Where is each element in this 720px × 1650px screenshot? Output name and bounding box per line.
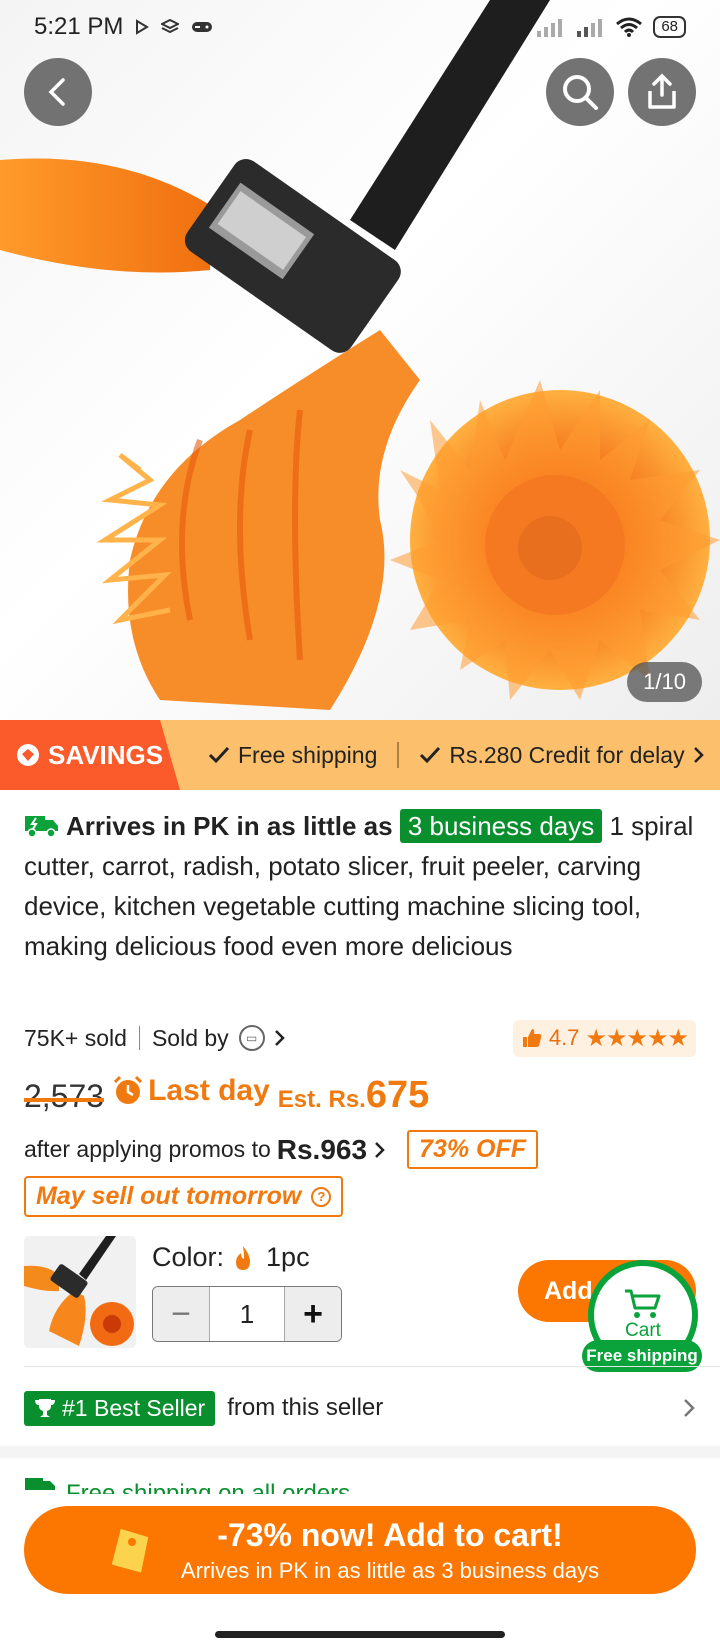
best-seller-text: from this seller <box>227 1394 384 1421</box>
status-bar: 5:21 PM 68 <box>34 10 686 44</box>
price-tag-icon <box>111 1528 149 1573</box>
savings-tag: SAVINGS <box>0 720 180 790</box>
chevron-right-icon <box>693 747 704 763</box>
best-seller-row[interactable]: #1 Best Seller from this seller <box>24 1388 696 1428</box>
savings-bar[interactable]: SAVINGS Free shipping Rs.280 Credit for … <box>0 720 720 790</box>
cta-headline: -73% now! Add to cart! <box>217 1516 563 1553</box>
best-seller-label: #1 Best Seller <box>62 1394 206 1421</box>
section-divider <box>24 1366 720 1367</box>
rating-badge[interactable]: 4.7 ★★★★★ <box>512 1019 696 1057</box>
cta-subline: Arrives in PK in as little as 3 business… <box>180 1557 600 1583</box>
color-selector[interactable]: Color: 1pc <box>152 1242 310 1273</box>
play-icon <box>136 19 150 35</box>
help-icon: ? <box>311 1186 332 1207</box>
thumbs-up-icon <box>522 1029 542 1047</box>
trophy-icon <box>35 1399 55 1417</box>
cart-icon <box>625 1289 661 1318</box>
truck-icon <box>25 1478 55 1490</box>
check-icon <box>420 746 441 764</box>
flame-icon <box>236 1245 251 1270</box>
perk-label: Free shipping <box>238 741 378 768</box>
promo-row[interactable]: after applying promos to Rs.963 73% OFF <box>24 1130 539 1169</box>
free-shipping-row[interactable]: Free shipping on all orders <box>24 1470 696 1496</box>
variant-thumbnail[interactable] <box>24 1236 136 1348</box>
product-photo <box>0 0 720 710</box>
perk-free-shipping: Free shipping <box>208 742 377 769</box>
original-price: 2,573 <box>24 1078 105 1114</box>
sellout-warning[interactable]: May sell out tomorrow ? <box>24 1176 344 1217</box>
chevron-right-icon <box>375 1141 385 1158</box>
image-counter: 1/10 <box>627 662 702 702</box>
star-rating-icon: ★★★★★ <box>585 1024 689 1052</box>
chevron-left-icon <box>48 78 65 106</box>
home-indicator[interactable] <box>215 1631 505 1638</box>
sold-row: 75K+ sold Sold by ▭ 4.7 ★★★★★ <box>24 1018 696 1058</box>
battery-icon: 68 <box>653 16 686 38</box>
rating-value: 4.7 <box>548 1025 580 1050</box>
color-label: Color: <box>152 1242 225 1272</box>
gamepad-icon <box>192 22 213 32</box>
product-title: Arrives in PK in as little as 3 business… <box>24 806 696 966</box>
sold-count: 75K+ sold <box>24 1024 127 1051</box>
last-day-text: Last day <box>148 1074 270 1107</box>
badge-icon <box>17 744 39 766</box>
status-time: 5:21 PM <box>34 13 124 40</box>
alarm-clock-icon <box>114 1075 143 1104</box>
share-icon <box>648 73 676 109</box>
seller-logo-icon: ▭ <box>238 1025 265 1051</box>
savings-label: SAVINGS <box>48 739 164 770</box>
truck-icon <box>25 816 58 838</box>
last-day-label: Last day <box>112 1074 270 1108</box>
perk-credit: Rs.280 Credit for delay <box>419 742 704 769</box>
bottom-add-to-cart-button[interactable]: -73% now! Add to cart! Arrives in PK in … <box>24 1506 696 1594</box>
floating-cart-button[interactable]: Cart Free shipping <box>582 1260 720 1374</box>
check-icon <box>208 746 230 764</box>
est-label: Est. Rs. <box>277 1086 366 1113</box>
signal-icon <box>577 19 603 37</box>
sold-by-link[interactable]: Sold by ▭ <box>152 1025 287 1052</box>
promo-price: Rs.963 <box>276 1133 368 1165</box>
chevron-right-icon <box>684 1399 695 1417</box>
section-gap <box>0 1446 720 1458</box>
arrival-days-badge: 3 business days <box>399 809 603 843</box>
quantity-stepper: − 1 + <box>152 1286 342 1342</box>
chevron-right-icon <box>274 1030 285 1046</box>
est-price: 675 <box>365 1074 430 1116</box>
increment-button[interactable]: + <box>285 1287 341 1341</box>
quantity-value[interactable]: 1 <box>209 1287 285 1341</box>
arrival-text: Arrives in PK in as little as <box>66 811 393 841</box>
search-icon <box>563 75 598 110</box>
price-row: 2,573 Last day Est. Rs. 675 <box>24 1074 429 1117</box>
perk-label: Rs.280 Credit for delay <box>449 741 685 768</box>
discount-badge: 73% OFF <box>407 1130 539 1169</box>
search-button[interactable] <box>546 58 614 126</box>
cart-label: Cart <box>625 1320 661 1341</box>
variant-image <box>24 1236 136 1348</box>
best-seller-badge: #1 Best Seller <box>24 1390 216 1426</box>
sold-by-label: Sold by <box>151 1024 229 1051</box>
share-button[interactable] <box>628 58 696 126</box>
back-button[interactable] <box>24 58 92 126</box>
wifi-icon <box>616 17 643 37</box>
promo-text: after applying promos to <box>24 1136 271 1162</box>
signal-icon <box>537 19 563 37</box>
sellout-text: May sell out tomorrow <box>36 1182 302 1210</box>
perk-divider <box>397 742 400 768</box>
cart-free-shipping-badge: Free shipping <box>582 1340 702 1372</box>
layers-icon <box>161 19 180 34</box>
divider <box>138 1026 140 1050</box>
decrement-button[interactable]: − <box>153 1287 209 1341</box>
product-image-carousel[interactable]: 5:21 PM 68 1/10 <box>0 0 720 720</box>
color-value: 1pc <box>266 1242 310 1272</box>
